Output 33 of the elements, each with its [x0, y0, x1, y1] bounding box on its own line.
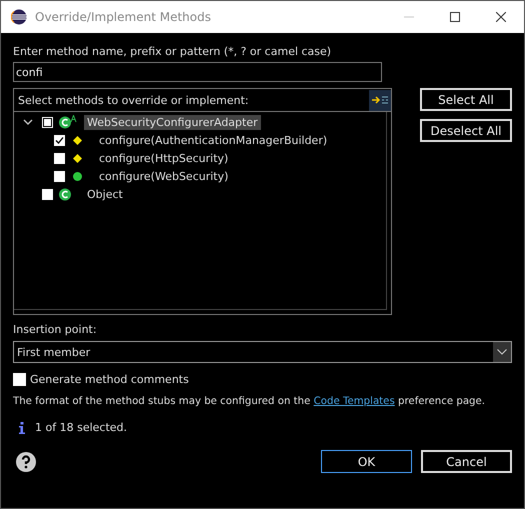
checkbox[interactable] — [54, 134, 65, 146]
checkbox[interactable] — [54, 152, 65, 164]
dialog-button[interactable]: Cancel — [421, 450, 512, 473]
insertion-label: Insertion point: — [13, 323, 98, 336]
insertion-dropdown[interactable]: First member — [13, 341, 512, 363]
dialog-button[interactable]: OK — [321, 450, 412, 473]
info-icon — [19, 422, 25, 434]
circle-icon — [73, 172, 82, 180]
list-action-button[interactable]: Deselect All — [420, 119, 512, 142]
checkbox-label: Generate method comments — [30, 373, 189, 386]
filter-field[interactable]: confi — [13, 62, 382, 82]
expand-toggle-button[interactable] — [369, 90, 391, 110]
filter-label: Enter method name, prefix or pattern (*, ? or camel case) — [13, 45, 332, 58]
checkbox[interactable] — [13, 373, 26, 386]
window-title: Override/Implement Methods — [35, 10, 212, 24]
method-name[interactable]: configure(WebSecurity) — [96, 168, 232, 184]
templates-note: The format of the method stubs may be configured on the Code Templates preference page. — [13, 396, 486, 407]
list-action-button[interactable]: Select All — [420, 88, 512, 111]
close-icon[interactable] — [496, 12, 506, 22]
checkbox[interactable] — [42, 188, 53, 200]
methods-label: Select methods to override or implement: — [17, 94, 250, 106]
method-name[interactable]: configure(AuthenticationManagerBuilder) — [96, 132, 330, 148]
expand-all-icon — [371, 94, 389, 106]
method-name[interactable]: configure(HttpSecurity) — [96, 150, 232, 166]
status-text: 1 of 18 selected. — [35, 421, 128, 434]
maximize-icon[interactable] — [450, 12, 460, 22]
app-logo-icon — [11, 9, 27, 25]
class-name[interactable]: WebSecurityConfigurerAdapter — [84, 114, 261, 130]
code-templates-link[interactable]: Code Templates — [314, 396, 395, 407]
help-icon[interactable] — [16, 452, 36, 472]
checkbox[interactable] — [54, 170, 65, 182]
class-name[interactable]: Object — [84, 186, 126, 202]
chevron-down-icon — [497, 349, 507, 355]
